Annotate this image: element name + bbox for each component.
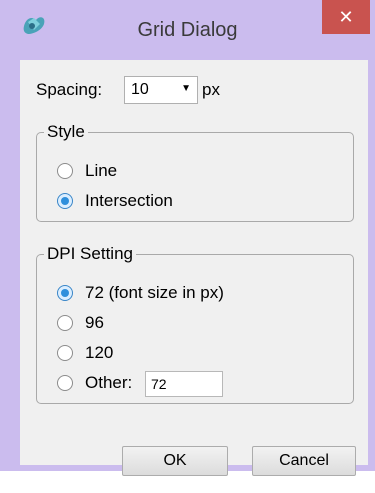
dpi-group: DPI Setting 72 (font size in px) 96 120 … (36, 244, 354, 404)
dpi-other-input[interactable]: 72 (145, 371, 223, 397)
radio-line-label[interactable]: Line (85, 161, 117, 181)
dpi-legend: DPI Setting (44, 244, 136, 264)
dropdown-arrow-icon: ▼ (181, 83, 191, 94)
radio-dpi-other-label[interactable]: Other: (85, 373, 132, 393)
spacing-dropdown[interactable]: 10 ▼ (124, 76, 198, 104)
radio-dpi-96[interactable] (57, 315, 73, 331)
close-button[interactable]: ✕ (322, 0, 370, 34)
radio-dpi-120[interactable] (57, 345, 73, 361)
grid-dialog-window: Grid Dialog ✕ Spacing: 10 ▼ px Style Lin… (0, 0, 375, 476)
radio-dpi-72-label[interactable]: 72 (font size in px) (85, 283, 224, 303)
title-bar[interactable]: Grid Dialog ✕ (0, 0, 375, 48)
radio-intersection[interactable] (57, 193, 73, 209)
radio-dpi-72[interactable] (57, 285, 73, 301)
radio-line[interactable] (57, 163, 73, 179)
spacing-label: Spacing: (36, 80, 103, 99)
cancel-button[interactable]: Cancel (252, 446, 356, 476)
radio-dpi-120-label[interactable]: 120 (85, 343, 113, 363)
dialog-body: Spacing: 10 ▼ px Style Line Intersection… (20, 60, 368, 476)
window-title: Grid Dialog (137, 19, 238, 41)
spacing-unit: px (202, 80, 220, 99)
ok-button[interactable]: OK (122, 446, 228, 476)
close-icon: ✕ (338, 6, 354, 28)
radio-intersection-label[interactable]: Intersection (85, 191, 173, 211)
spacing-value: 10 (131, 81, 149, 98)
radio-dpi-other[interactable] (57, 375, 73, 391)
radio-dpi-96-label[interactable]: 96 (85, 313, 104, 333)
style-group: Style Line Intersection (36, 122, 354, 222)
style-legend: Style (44, 122, 88, 142)
